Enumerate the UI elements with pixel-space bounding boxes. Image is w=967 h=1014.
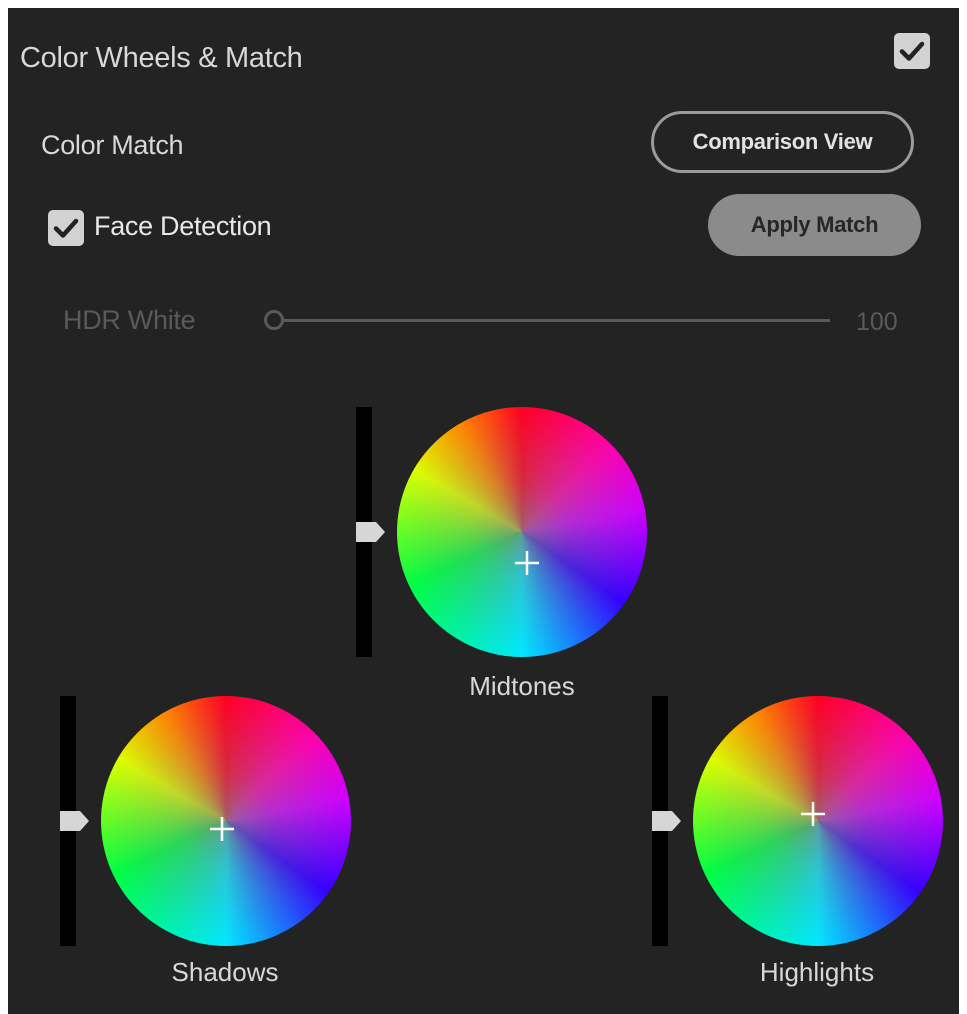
hdr-white-slider-thumb[interactable] bbox=[264, 310, 284, 330]
shadows-slider-thumb[interactable] bbox=[60, 810, 90, 832]
highlights-crosshair-icon[interactable] bbox=[798, 799, 828, 829]
apply-match-button[interactable]: Apply Match bbox=[708, 194, 921, 256]
hdr-white-slider-track[interactable] bbox=[282, 319, 830, 322]
midtones-slider-thumb[interactable] bbox=[356, 521, 386, 543]
color-match-label: Color Match bbox=[41, 130, 184, 160]
highlights-luminance-slider[interactable] bbox=[652, 696, 681, 946]
shadows-color-wheel[interactable] bbox=[101, 696, 351, 946]
face-detection-label[interactable]: Face Detection bbox=[94, 211, 272, 242]
enable-checkbox[interactable] bbox=[894, 33, 930, 69]
checkmark-icon bbox=[53, 218, 79, 238]
midtones-luminance-slider[interactable] bbox=[356, 407, 385, 657]
hdr-white-label: HDR White bbox=[63, 305, 196, 335]
shadows-crosshair-icon[interactable] bbox=[207, 814, 237, 844]
highlights-label: Highlights bbox=[759, 957, 875, 987]
highlights-color-wheel[interactable] bbox=[693, 696, 943, 946]
panel-title: Color Wheels & Match bbox=[20, 42, 303, 74]
hdr-white-value[interactable]: 100 bbox=[856, 308, 898, 337]
shadows-luminance-slider[interactable] bbox=[60, 696, 89, 946]
midtones-crosshair-icon[interactable] bbox=[512, 548, 542, 578]
comparison-view-button[interactable]: Comparison View bbox=[651, 111, 914, 173]
midtones-color-wheel[interactable] bbox=[397, 407, 647, 657]
checkmark-icon bbox=[899, 41, 925, 61]
highlights-slider-thumb[interactable] bbox=[652, 810, 682, 832]
midtones-label: Midtones bbox=[469, 671, 575, 701]
shadows-label: Shadows bbox=[171, 957, 279, 987]
color-wheels-panel: Color Wheels & Match Color Match Compari… bbox=[8, 8, 959, 1014]
face-detection-checkbox[interactable] bbox=[48, 210, 84, 246]
